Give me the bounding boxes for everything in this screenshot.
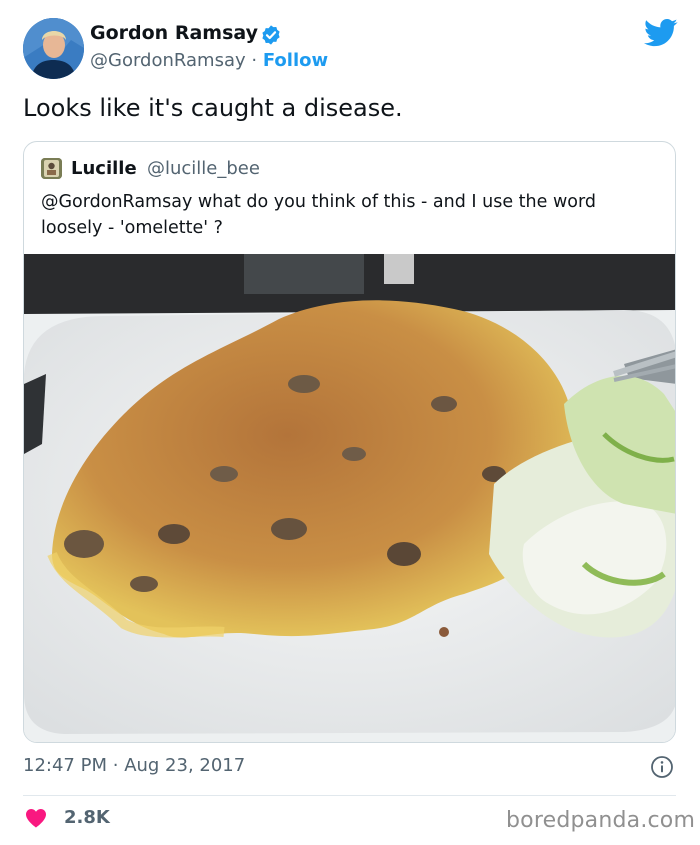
tweet-date[interactable]: Aug 23, 2017 [124,755,245,776]
follow-button[interactable]: Follow [263,50,328,71]
like-count[interactable]: 2.8K [64,807,110,828]
quoted-tweet[interactable]: Lucille @lucille_bee @GordonRamsay what … [23,141,676,743]
author-handle[interactable]: @GordonRamsay [90,50,246,71]
handle-separator: · [251,50,258,71]
tweet-card: Gordon Ramsay @GordonRamsay · Follow Loo… [0,0,700,845]
quoted-author-name[interactable]: Lucille [71,158,137,179]
omelette-photo[interactable] [24,254,676,743]
quoted-author-avatar[interactable] [41,158,62,179]
quoted-tweet-text: @GordonRamsay what do you think of this … [41,192,596,238]
timestamp-separator: · [112,755,119,776]
author-handle-row: @GordonRamsay · Follow [90,50,328,71]
tweet-time[interactable]: 12:47 PM [23,755,107,776]
verified-badge-icon [262,25,280,45]
author-avatar[interactable] [23,18,84,79]
tweet-timestamp[interactable]: 12:47 PM · Aug 23, 2017 [23,755,245,776]
heart-icon[interactable] [24,806,48,830]
twitter-bird-icon[interactable] [644,18,678,48]
footer-divider [23,795,676,796]
author-name[interactable]: Gordon Ramsay [90,22,258,44]
quoted-author-line: Lucille @lucille_bee [71,158,260,179]
tweet-text: Looks like it's caught a disease. [23,94,403,122]
info-icon[interactable] [650,755,674,779]
source-watermark: boredpanda.com [506,808,696,833]
quoted-author-handle[interactable]: @lucille_bee [147,158,260,179]
